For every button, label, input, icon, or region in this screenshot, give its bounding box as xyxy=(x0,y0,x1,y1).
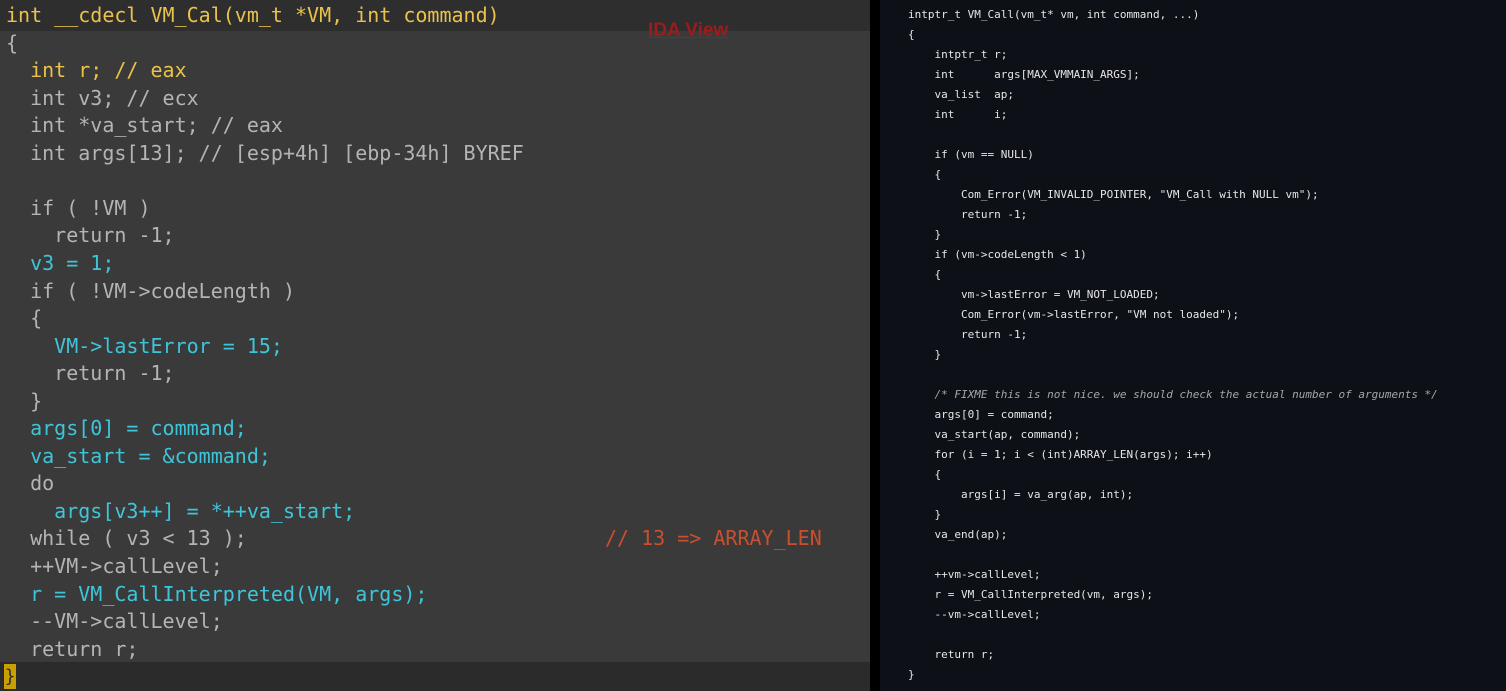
source-code-line[interactable]: va_list ap; xyxy=(908,85,1013,105)
source-code-line[interactable]: return -1; xyxy=(908,205,1027,225)
source-code-line[interactable]: args[0] = command; xyxy=(908,405,1053,425)
source-code-line[interactable]: /* FIXME this is not nice. we should che… xyxy=(908,385,1437,405)
ida-code-line[interactable]: int v3; // ecx xyxy=(6,85,199,112)
source-code-line[interactable]: vm->lastError = VM_NOT_LOADED; xyxy=(908,285,1160,305)
source-code-line[interactable]: { xyxy=(908,465,941,485)
ida-code-line[interactable]: while ( v3 < 13 ); xyxy=(6,525,247,552)
ida-code-line[interactable]: int *va_start; // eax xyxy=(6,112,283,139)
ida-code-line[interactable]: args[v3++] = *++va_start; xyxy=(6,498,355,525)
source-code-line[interactable]: Com_Error(VM_INVALID_POINTER, "VM_Call w… xyxy=(908,185,1319,205)
ida-code-line[interactable]: { xyxy=(6,305,42,332)
source-code-line[interactable]: } xyxy=(908,505,941,525)
source-code-line[interactable]: { xyxy=(908,25,915,45)
ida-code-line[interactable]: return -1; xyxy=(6,360,174,387)
source-code-line[interactable]: return r; xyxy=(908,645,994,665)
source-code-line[interactable]: va_start(ap, command); xyxy=(908,425,1080,445)
source-code-line[interactable]: } xyxy=(908,345,941,365)
source-code-line[interactable]: va_end(ap); xyxy=(908,525,1007,545)
source-code-panel[interactable]: intptr_t VM_Call(vm_t* vm, int command, … xyxy=(880,0,1506,691)
source-code-line[interactable]: if (vm == NULL) xyxy=(908,145,1033,165)
ida-code-line[interactable]: v3 = 1; xyxy=(6,250,114,277)
ida-code-line[interactable]: return r; xyxy=(6,636,138,663)
source-code-line[interactable]: args[i] = va_arg(ap, int); xyxy=(908,485,1133,505)
source-code-line[interactable]: int i; xyxy=(908,105,1007,125)
ida-code-line[interactable]: int r; // eax xyxy=(6,57,187,84)
ida-code-line[interactable]: { xyxy=(6,30,18,57)
ida-code-line[interactable]: do xyxy=(6,470,54,497)
ida-code-line[interactable]: } xyxy=(6,388,42,415)
source-code-line[interactable]: intptr_t VM_Call(vm_t* vm, int command, … xyxy=(908,5,1199,25)
source-code-line[interactable]: --vm->callLevel; xyxy=(908,605,1040,625)
ida-code-line[interactable]: va_start = &command; xyxy=(6,443,271,470)
ida-code-line[interactable]: int __cdecl VM_Cal(vm_t *VM, int command… xyxy=(6,2,500,29)
source-code-line[interactable]: intptr_t r; xyxy=(908,45,1007,65)
array-len-annotation: // 13 => ARRAY_LEN xyxy=(605,526,822,550)
cursor-marker-icon: } xyxy=(4,664,16,689)
source-code-line[interactable]: { xyxy=(908,165,941,185)
source-code-line[interactable]: if (vm->codeLength < 1) xyxy=(908,245,1086,265)
ida-code-line[interactable]: if ( !VM->codeLength ) xyxy=(6,278,295,305)
ida-view-tab[interactable]: IDA View xyxy=(648,20,728,42)
ida-code-line[interactable]: --VM->callLevel; xyxy=(6,608,223,635)
source-code-line[interactable]: r = VM_CallInterpreted(vm, args); xyxy=(908,585,1153,605)
ida-status-bar: } xyxy=(0,662,870,691)
ida-code-line[interactable]: VM->lastError = 15; xyxy=(6,333,283,360)
ida-code-line[interactable]: ++VM->callLevel; xyxy=(6,553,223,580)
ida-pseudocode-panel[interactable]: IDA View int __cdecl VM_Cal(vm_t *VM, in… xyxy=(0,0,870,691)
source-code-line[interactable]: int args[MAX_VMMAIN_ARGS]; xyxy=(908,65,1139,85)
source-code-line[interactable]: } xyxy=(908,665,915,685)
ida-code-line[interactable]: r = VM_CallInterpreted(VM, args); xyxy=(6,581,427,608)
ida-code-line[interactable]: int args[13]; // [esp+4h] [ebp-34h] BYRE… xyxy=(6,140,524,167)
source-code-line[interactable]: ++vm->callLevel; xyxy=(908,565,1040,585)
source-code-line[interactable]: Com_Error(vm->lastError, "VM not loaded"… xyxy=(908,305,1239,325)
source-code-line[interactable]: return -1; xyxy=(908,325,1027,345)
ida-code-line[interactable]: if ( !VM ) xyxy=(6,195,150,222)
source-code-line[interactable]: { xyxy=(908,265,941,285)
ida-code-line[interactable]: args[0] = command; xyxy=(6,415,247,442)
source-code-line[interactable]: } xyxy=(908,225,941,245)
ida-code-line[interactable]: return -1; xyxy=(6,222,174,249)
source-code-line[interactable]: for (i = 1; i < (int)ARRAY_LEN(args); i+… xyxy=(908,445,1212,465)
